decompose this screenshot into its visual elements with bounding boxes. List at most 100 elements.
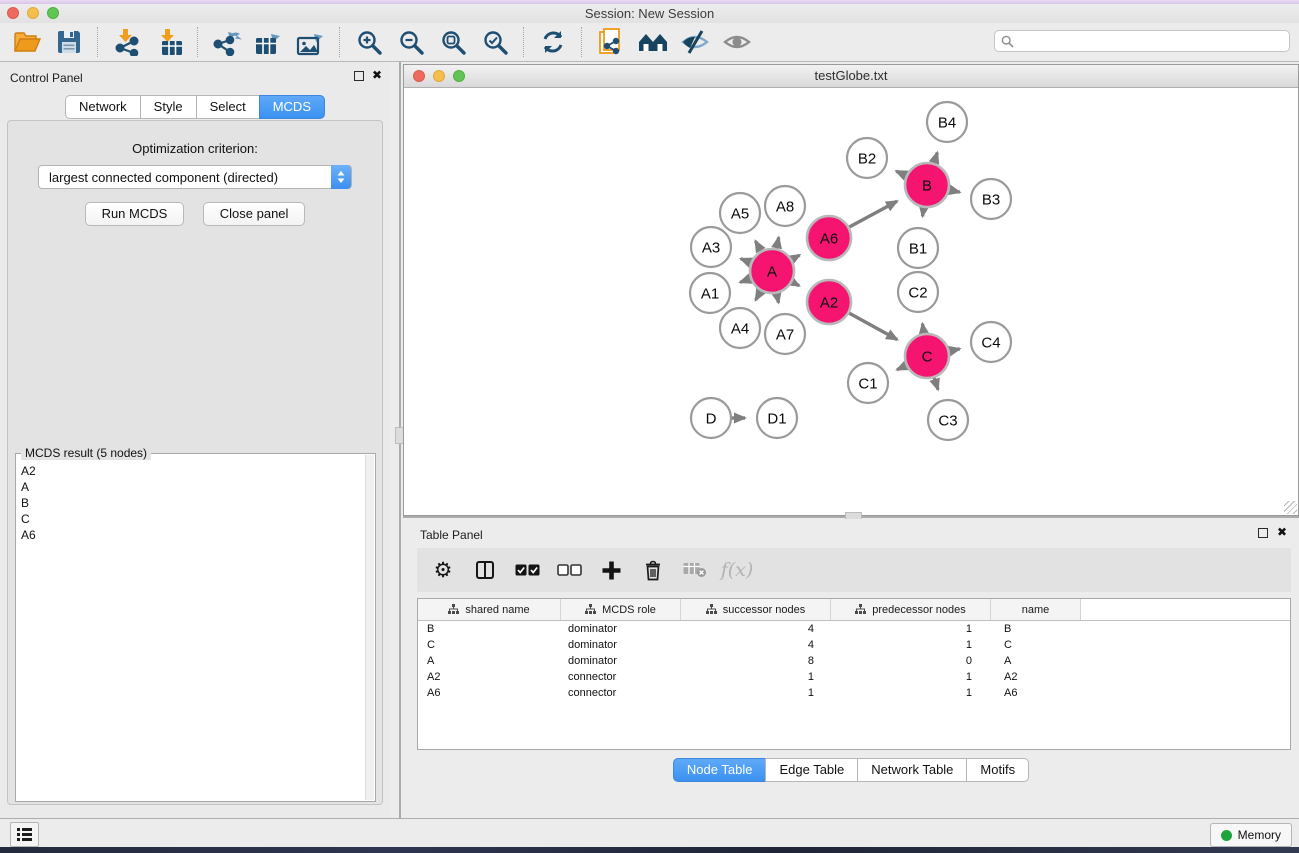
table-cell[interactable]: A xyxy=(418,655,561,667)
zoom-out-button[interactable] xyxy=(390,25,432,59)
export-table-button[interactable] xyxy=(248,25,290,59)
table-cell[interactable]: connector xyxy=(561,671,681,683)
graph-edge-B-B1[interactable] xyxy=(923,207,924,217)
graph-node-C1[interactable]: C1 xyxy=(848,363,888,403)
float-panel-icon[interactable] xyxy=(354,71,364,81)
search-input[interactable] xyxy=(1018,31,1289,51)
graph-node-B4[interactable]: B4 xyxy=(927,102,967,142)
tab-select[interactable]: Select xyxy=(196,95,260,119)
table-cell[interactable]: 1 xyxy=(831,639,991,651)
tab-network-table[interactable]: Network Table xyxy=(857,758,967,782)
graph-edge-A6-B[interactable] xyxy=(848,201,897,227)
add-column-button[interactable] xyxy=(597,555,625,585)
graph-edge-A2-C[interactable] xyxy=(848,313,897,340)
graph-node-A6[interactable]: A6 xyxy=(807,216,851,260)
graph-node-A8[interactable]: A8 xyxy=(765,186,805,226)
export-network-button[interactable] xyxy=(206,25,248,59)
show-all-button[interactable] xyxy=(716,25,758,59)
graph-node-A5[interactable]: A5 xyxy=(720,193,760,233)
table-cell[interactable]: 1 xyxy=(831,687,991,699)
network-canvas[interactable]: B4B2BB3A8A5A6A3B1AA1C2A2A4A7C4CC1C3DD1 xyxy=(404,88,1298,515)
graph-edge-A-A4[interactable] xyxy=(756,290,762,300)
graph-node-B1[interactable]: B1 xyxy=(898,228,938,268)
result-node-item[interactable]: A2 xyxy=(17,463,366,479)
table-cell[interactable]: C xyxy=(418,639,561,651)
toggle-columns-button[interactable] xyxy=(471,555,499,585)
graph-edge-C-C2[interactable] xyxy=(922,324,923,335)
table-cell[interactable]: C xyxy=(991,639,1081,651)
delete-table-button[interactable] xyxy=(681,555,709,585)
graph-edge-A-A7[interactable] xyxy=(776,293,778,303)
refresh-layout-button[interactable] xyxy=(532,25,574,59)
graph-node-D[interactable]: D xyxy=(691,398,731,438)
table-cell[interactable]: 1 xyxy=(831,623,991,635)
table-row[interactable]: Cdominator41C xyxy=(418,637,1290,653)
zoom-in-button[interactable] xyxy=(348,25,390,59)
graph-node-B2[interactable]: B2 xyxy=(847,138,887,178)
graph-edge-B-B4[interactable] xyxy=(934,152,938,164)
delete-column-button[interactable] xyxy=(639,555,667,585)
result-node-item[interactable]: C xyxy=(17,511,366,527)
graph-edge-A-A8[interactable] xyxy=(776,237,778,249)
graph-node-A4[interactable]: A4 xyxy=(720,308,760,348)
search-field[interactable] xyxy=(994,30,1290,52)
task-history-button[interactable] xyxy=(10,822,39,847)
close-panel-button[interactable]: Close panel xyxy=(203,202,306,226)
result-node-item[interactable]: A xyxy=(17,479,366,495)
open-file-button[interactable] xyxy=(6,25,48,59)
table-row[interactable]: Bdominator41B xyxy=(418,621,1290,637)
result-node-item[interactable]: A6 xyxy=(17,527,366,543)
save-session-button[interactable] xyxy=(48,25,90,59)
tab-edge-table[interactable]: Edge Table xyxy=(765,758,858,782)
tab-style[interactable]: Style xyxy=(140,95,197,119)
memory-button[interactable]: Memory xyxy=(1210,823,1292,847)
graph-edge-A-A5[interactable] xyxy=(755,241,761,252)
table-cell[interactable]: dominator xyxy=(561,623,681,635)
table-cell[interactable]: B xyxy=(418,623,561,635)
result-scrollbar[interactable] xyxy=(365,455,374,800)
graph-edge-C-C1[interactable] xyxy=(897,365,907,370)
graph-node-A3[interactable]: A3 xyxy=(691,227,731,267)
table-row[interactable]: Adominator80A xyxy=(418,653,1290,669)
import-network-button[interactable] xyxy=(106,25,148,59)
graph-edge-A-A6[interactable] xyxy=(791,255,800,260)
table-cell[interactable]: A xyxy=(991,655,1081,667)
hide-selected-button[interactable] xyxy=(674,25,716,59)
zoom-fit-button[interactable] xyxy=(432,25,474,59)
table-cell[interactable]: A2 xyxy=(418,671,561,683)
new-network-from-selection-button[interactable] xyxy=(590,25,632,59)
graph-edge-A-A1[interactable] xyxy=(740,278,751,282)
table-settings-button[interactable]: ⚙ xyxy=(429,555,457,585)
graph-node-D1[interactable]: D1 xyxy=(757,398,797,438)
table-cell[interactable]: dominator xyxy=(561,655,681,667)
float-table-panel-icon[interactable] xyxy=(1258,528,1268,538)
graph-node-C4[interactable]: C4 xyxy=(971,322,1011,362)
zoom-selected-button[interactable] xyxy=(474,25,516,59)
close-panel-icon[interactable]: ✖ xyxy=(372,69,382,81)
graph-node-C[interactable]: C xyxy=(905,334,949,378)
graph-edge-A-A2[interactable] xyxy=(791,282,799,286)
graph-node-A7[interactable]: A7 xyxy=(765,314,805,354)
run-mcds-button[interactable]: Run MCDS xyxy=(85,202,185,226)
deselect-all-button[interactable] xyxy=(555,555,583,585)
table-cell[interactable]: 1 xyxy=(831,671,991,683)
table-cell[interactable]: 4 xyxy=(681,639,831,651)
table-cell[interactable]: 1 xyxy=(681,671,831,683)
graph-node-A2[interactable]: A2 xyxy=(807,280,851,324)
tab-network[interactable]: Network xyxy=(65,95,141,119)
result-node-item[interactable]: B xyxy=(17,495,366,511)
table-cell[interactable]: 8 xyxy=(681,655,831,667)
export-image-button[interactable] xyxy=(290,25,332,59)
graph-node-B[interactable]: B xyxy=(905,163,949,207)
table-cell[interactable]: connector xyxy=(561,687,681,699)
table-cell[interactable]: 4 xyxy=(681,623,831,635)
close-table-panel-icon[interactable]: ✖ xyxy=(1277,526,1287,538)
graph-edge-C-C4[interactable] xyxy=(948,349,959,351)
import-table-button[interactable] xyxy=(148,25,190,59)
select-all-button[interactable] xyxy=(513,555,541,585)
table-cell[interactable]: B xyxy=(991,623,1081,635)
tab-node-table[interactable]: Node Table xyxy=(673,758,767,782)
graph-node-C2[interactable]: C2 xyxy=(898,272,938,312)
table-row[interactable]: A2connector11A2 xyxy=(418,669,1290,685)
first-neighbors-button[interactable] xyxy=(632,25,674,59)
